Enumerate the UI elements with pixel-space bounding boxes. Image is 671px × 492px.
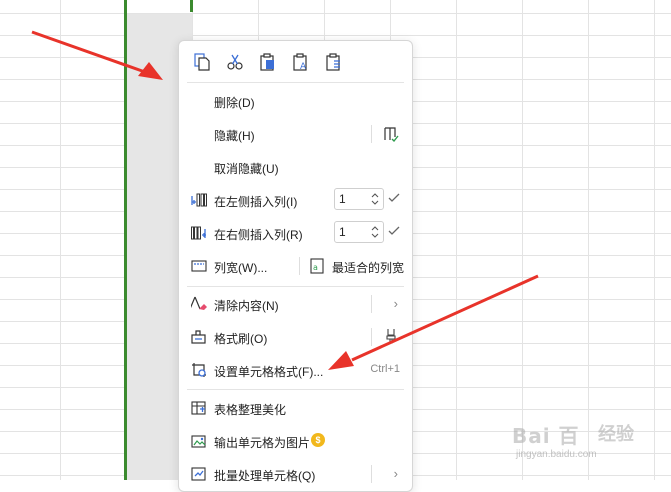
red-arrowhead bbox=[328, 351, 354, 370]
watermark-brand: 经验 bbox=[598, 424, 634, 444]
annotation-arrows bbox=[31, 30, 539, 370]
baidu-jingyan-watermark: Bai 百 经验 jingyan.baidu.com bbox=[512, 410, 662, 470]
red-arrow-shaft bbox=[31, 30, 146, 74]
red-arrow-shaft bbox=[351, 274, 539, 362]
watermark-logo: Bai 百 bbox=[512, 424, 580, 448]
watermark-url: jingyan.baidu.com bbox=[516, 449, 597, 460]
